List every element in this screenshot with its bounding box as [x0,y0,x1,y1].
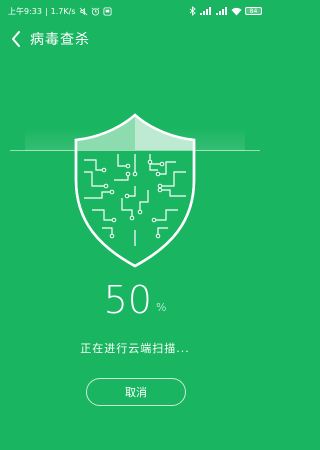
alarm-icon [91,7,100,16]
battery-icon: 84 [245,7,262,15]
status-separator: | [44,6,48,16]
progress-percent: 50% [0,278,270,322]
scan-line [10,150,260,151]
status-bar: 上午9:33 | 1.7K/s 84 [0,0,270,22]
status-bar-right: 84 [189,6,262,16]
status-time: 上午9:33 [8,6,42,16]
signal-icon-2 [215,6,228,16]
header: 病毒查杀 [0,22,270,56]
percent-sign: % [155,301,167,314]
shield-icon [74,113,196,268]
network-speed: 1.7K/s [50,6,76,16]
wifi-icon [231,7,242,16]
mute-icon [79,7,88,16]
cancel-button[interactable]: 取消 [86,378,186,406]
shield-graphic [0,110,270,270]
signal-icon [199,6,212,16]
back-arrow-icon [12,31,20,47]
back-button[interactable] [4,22,28,56]
notification-icon [103,6,112,16]
percent-value: 50 [103,278,152,322]
scan-status-text: 正在进行云端扫描... [80,342,190,355]
page-title: 病毒查杀 [30,32,90,48]
bluetooth-icon [189,6,196,16]
status-bar-left: 上午9:33 | 1.7K/s [8,6,112,17]
